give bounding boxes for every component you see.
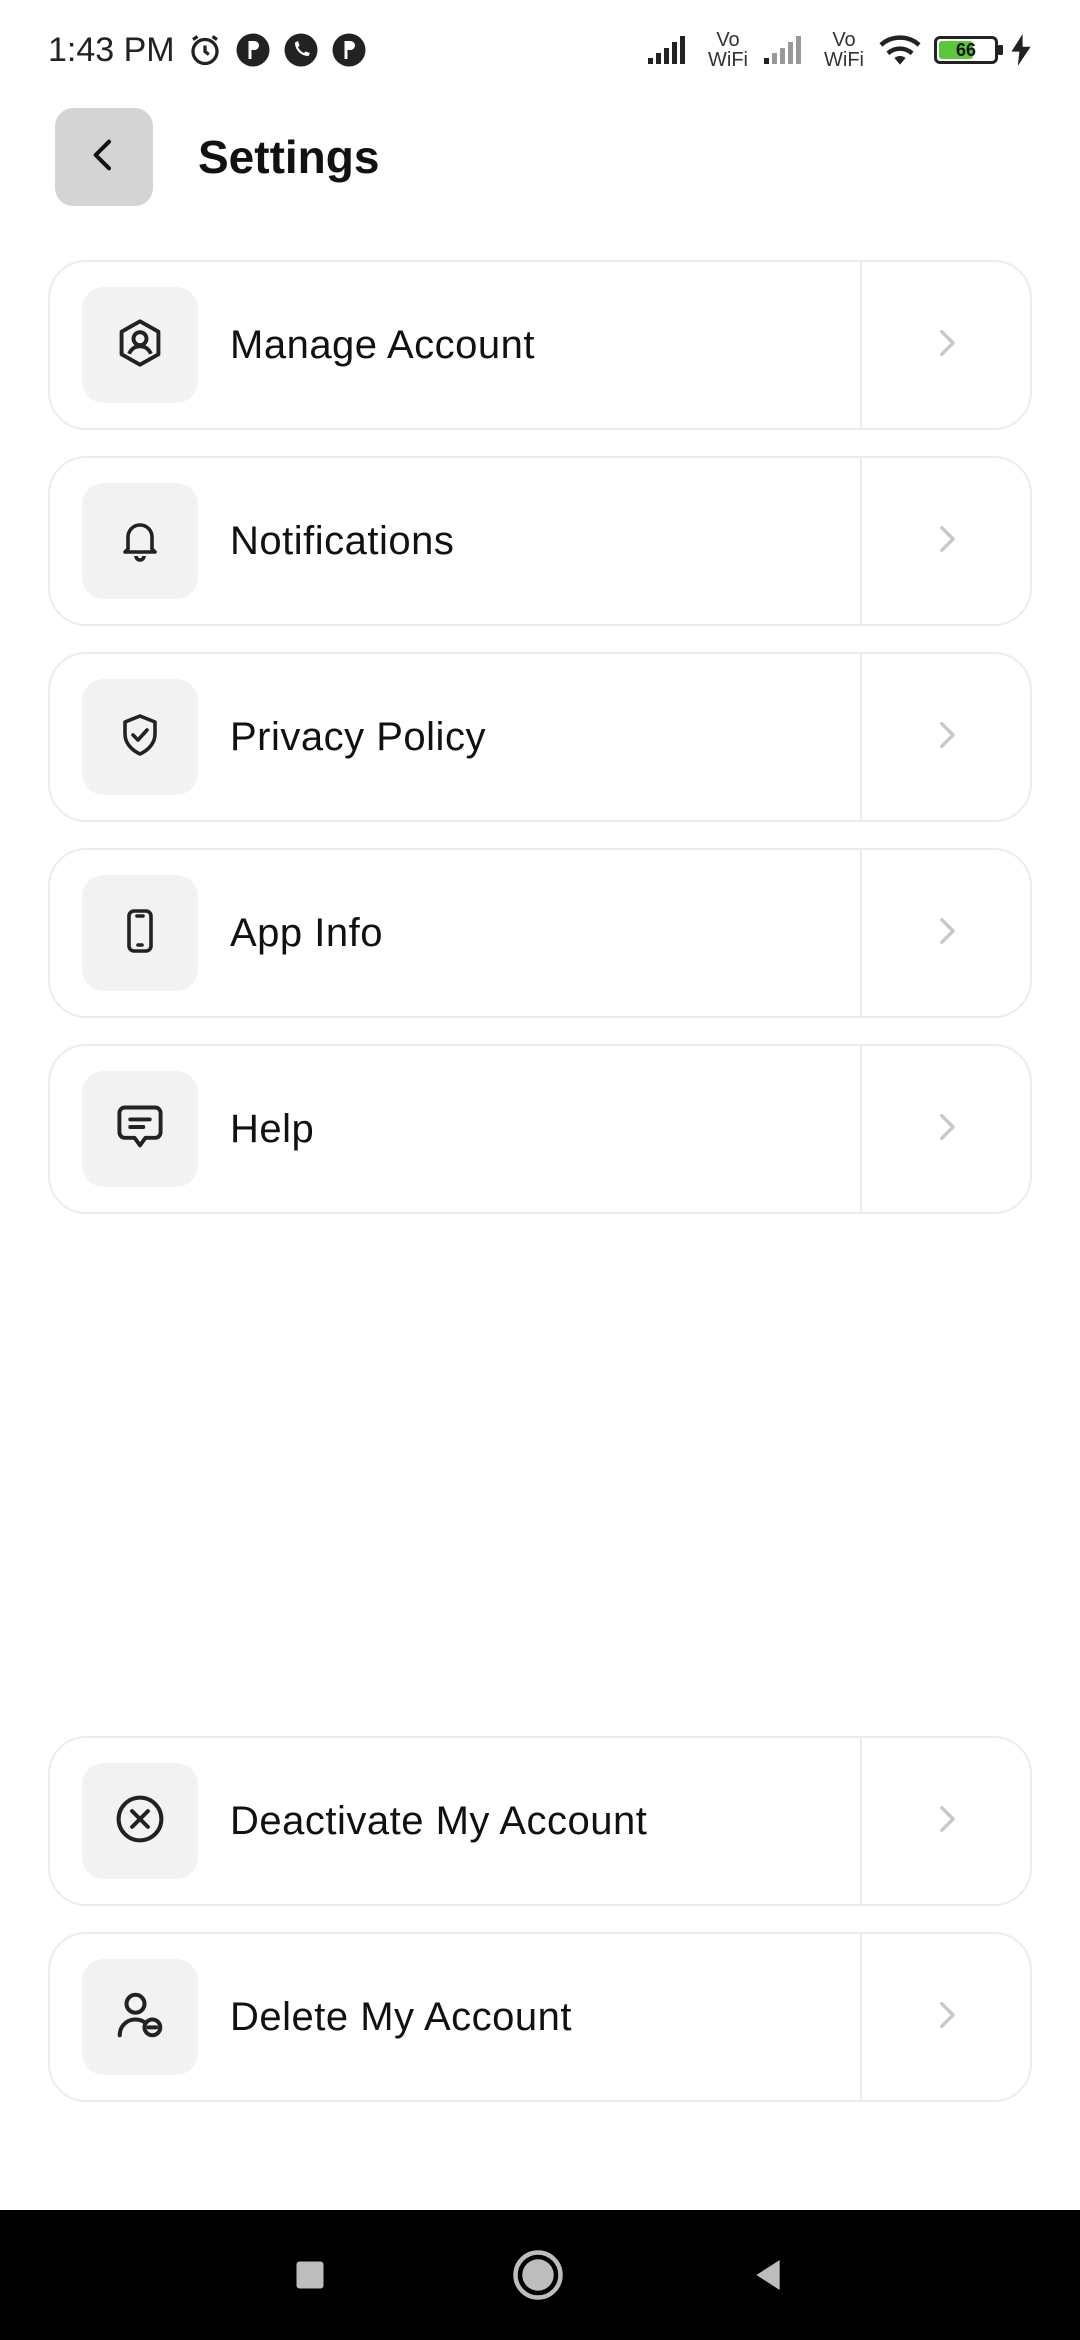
item-chevron-zone[interactable] bbox=[860, 262, 1030, 428]
chevron-right-icon bbox=[929, 914, 963, 953]
settings-list: Manage Account Notifications Privacy Pol… bbox=[48, 260, 1032, 1240]
chevron-right-icon bbox=[929, 1110, 963, 1149]
chevron-right-icon bbox=[929, 1998, 963, 2037]
header: Settings bbox=[55, 107, 379, 207]
item-label: Privacy Policy bbox=[230, 714, 486, 759]
chevron-right-icon bbox=[929, 326, 963, 365]
page-title: Settings bbox=[198, 131, 380, 183]
item-icon-box bbox=[82, 679, 198, 795]
item-icon-box bbox=[82, 1959, 198, 2075]
battery-cap bbox=[998, 45, 1003, 55]
signal-icon bbox=[646, 34, 694, 66]
settings-item-help[interactable]: Help bbox=[48, 1044, 1032, 1214]
item-label: Help bbox=[230, 1106, 315, 1151]
charging-bolt-icon bbox=[1010, 34, 1032, 66]
settings-item-deactivate-account[interactable]: Deactivate My Account bbox=[48, 1736, 1032, 1906]
settings-item-app-info[interactable]: App Info bbox=[48, 848, 1032, 1018]
shield-check-icon bbox=[116, 711, 164, 764]
settings-item-notifications[interactable]: Notifications bbox=[48, 456, 1032, 626]
phone-icon bbox=[116, 905, 164, 962]
chevron-left-icon bbox=[84, 135, 124, 180]
bell-icon bbox=[116, 515, 164, 568]
item-label: Deactivate My Account bbox=[230, 1798, 648, 1843]
settings-item-manage-account[interactable]: Manage Account bbox=[48, 260, 1032, 430]
status-time: 1:43 PM bbox=[48, 30, 175, 69]
item-chevron-zone[interactable] bbox=[860, 1738, 1030, 1904]
item-chevron-zone[interactable] bbox=[860, 1934, 1030, 2100]
user-minus-icon bbox=[113, 1988, 167, 2047]
chevron-right-icon bbox=[929, 1802, 963, 1841]
vowifi-label-2: Vo WiFi bbox=[824, 29, 864, 71]
back-nav-button[interactable] bbox=[748, 2255, 788, 2295]
item-chevron-zone[interactable] bbox=[860, 654, 1030, 820]
home-button[interactable] bbox=[511, 2248, 565, 2302]
item-label: App Info bbox=[230, 910, 384, 955]
chevron-right-icon bbox=[929, 718, 963, 757]
x-circle-icon bbox=[113, 1792, 167, 1851]
item-label: Delete My Account bbox=[230, 1994, 572, 2039]
status-right: Vo WiFi Vo WiFi 66 bbox=[646, 30, 1032, 70]
signal-weak-icon bbox=[762, 34, 810, 66]
settings-item-delete-account[interactable]: Delete My Account bbox=[48, 1932, 1032, 2102]
item-chevron-zone[interactable] bbox=[860, 458, 1030, 624]
status-bar: 1:43 PM Vo WiFi Vo WiFi 66 bbox=[0, 0, 1080, 100]
item-label: Notifications bbox=[230, 518, 455, 563]
app-notification-icon bbox=[235, 32, 271, 68]
item-icon-box bbox=[82, 287, 198, 403]
status-left: 1:43 PM bbox=[48, 31, 367, 70]
message-icon bbox=[114, 1101, 166, 1158]
battery-level: 66 bbox=[955, 40, 977, 60]
item-chevron-zone[interactable] bbox=[860, 1046, 1030, 1212]
settings-screen: 1:43 PM Vo WiFi Vo WiFi 66 Settings Mana… bbox=[0, 0, 1080, 2340]
item-icon-box bbox=[82, 483, 198, 599]
user-shield-icon bbox=[114, 317, 166, 374]
recents-button[interactable] bbox=[292, 2257, 328, 2293]
item-icon-box bbox=[82, 1763, 198, 1879]
back-button[interactable] bbox=[55, 108, 153, 206]
item-label: Manage Account bbox=[230, 322, 535, 367]
settings-item-privacy-policy[interactable]: Privacy Policy bbox=[48, 652, 1032, 822]
battery-indicator: 66 bbox=[934, 36, 1003, 64]
app-notification-icon-2 bbox=[331, 32, 367, 68]
phone-call-notification-icon bbox=[283, 32, 319, 68]
alarm-icon bbox=[187, 32, 223, 68]
account-actions-list: Deactivate My Account Delete My Account bbox=[48, 1736, 1032, 2128]
navigation-bar bbox=[0, 2210, 1080, 2340]
item-icon-box bbox=[82, 875, 198, 991]
chevron-right-icon bbox=[929, 522, 963, 561]
item-chevron-zone[interactable] bbox=[860, 850, 1030, 1016]
wifi-icon bbox=[878, 33, 922, 67]
item-icon-box bbox=[82, 1071, 198, 1187]
vowifi-label-1: Vo WiFi bbox=[708, 29, 748, 71]
